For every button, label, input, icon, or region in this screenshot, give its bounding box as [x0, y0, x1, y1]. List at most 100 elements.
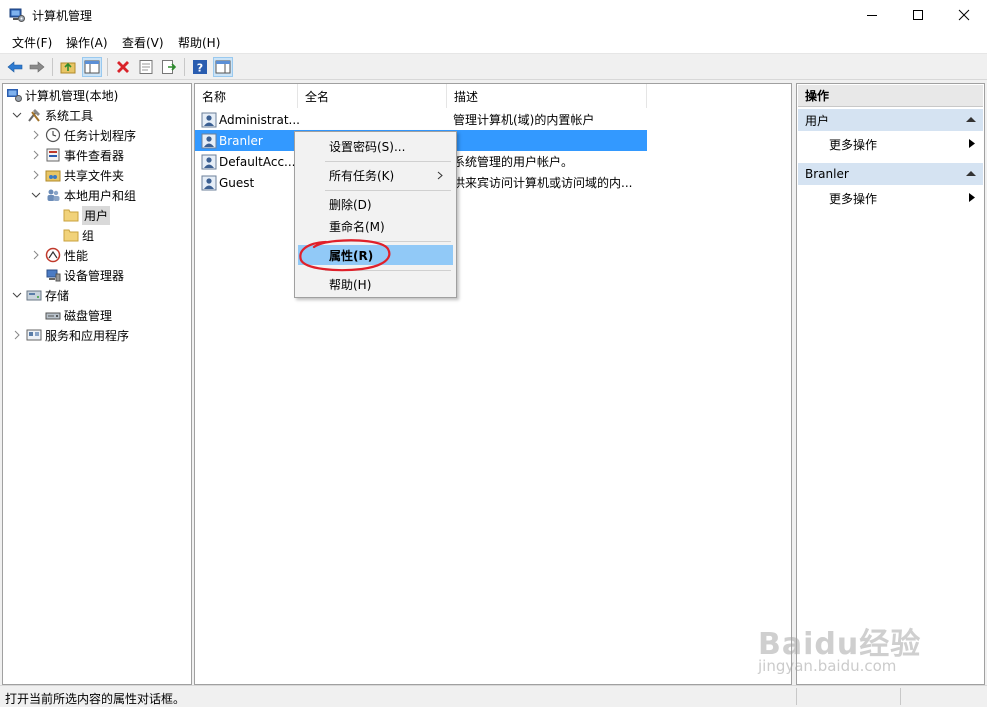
- chevron-down-icon: [31, 192, 41, 198]
- folder-icon: [63, 209, 79, 222]
- tree-item-groups[interactable]: 组: [63, 225, 94, 245]
- user-icon: [201, 133, 217, 148]
- minimize-button[interactable]: [849, 0, 895, 30]
- close-button[interactable]: [941, 0, 987, 30]
- user-name: Guest: [219, 175, 255, 190]
- minimize-icon: [867, 15, 877, 16]
- chevron-right-icon: [437, 171, 443, 179]
- tree-item-event-viewer[interactable]: 事件查看器: [30, 145, 124, 165]
- tree-label: 存储: [45, 288, 70, 303]
- ctx-all-tasks[interactable]: 所有任务(K): [298, 165, 453, 185]
- ctx-rename[interactable]: 重命名(M): [298, 216, 453, 236]
- device-manager-icon: [46, 269, 61, 282]
- event-viewer-icon: [46, 148, 60, 162]
- user-icon: [201, 175, 217, 190]
- tree-label: 本地用户和组: [64, 188, 137, 203]
- users-group-icon: [47, 189, 60, 201]
- services-icon: [26, 329, 42, 341]
- computer-management-icon: [7, 89, 22, 102]
- up-folder-icon: [60, 62, 76, 74]
- user-icon: [201, 154, 217, 169]
- tree-item-performance[interactable]: 性能: [30, 245, 88, 265]
- chevron-right-icon: [33, 130, 39, 140]
- tree-label: 磁盘管理: [64, 308, 113, 323]
- section-title: 用户: [805, 113, 830, 128]
- menu-help[interactable]: 帮助(H): [178, 34, 220, 51]
- shared-folder-icon: [45, 170, 61, 182]
- window-title: 计算机管理: [32, 9, 93, 23]
- more-actions-label: 更多操作: [829, 138, 878, 152]
- maximize-button[interactable]: [895, 0, 941, 30]
- up-level-button[interactable]: [58, 57, 78, 77]
- tree-item-services-apps[interactable]: 服务和应用程序: [11, 325, 129, 345]
- tree-item-task-scheduler[interactable]: 任务计划程序: [30, 125, 136, 145]
- tree-item-storage[interactable]: 存储: [11, 285, 69, 305]
- tree-item-disk-management[interactable]: 磁盘管理: [45, 305, 112, 325]
- help-icon: ?: [193, 60, 207, 75]
- tree-item-root[interactable]: 计算机管理(本地): [6, 85, 118, 105]
- show-hide-action-pane-button[interactable]: [213, 57, 233, 77]
- close-icon: [958, 9, 970, 21]
- section-title: Branler: [805, 167, 849, 181]
- export-list-icon: [162, 60, 177, 74]
- tree-item-shared-folders[interactable]: 共享文件夹: [30, 165, 124, 185]
- chevron-right-icon: [33, 170, 39, 180]
- user-description: 管理计算机(域)的内置帐户: [453, 113, 595, 127]
- tree-item-local-users-groups[interactable]: 本地用户和组: [30, 185, 136, 205]
- ctx-help[interactable]: 帮助(H): [298, 274, 453, 294]
- more-actions-branler[interactable]: 更多操作: [797, 187, 984, 207]
- tools-icon: [28, 109, 40, 122]
- actions-pane: 操作 用户 更多操作 Branler 更多操作: [796, 83, 985, 685]
- tree-item-system-tools[interactable]: 系统工具: [11, 105, 93, 125]
- user-description: 系统管理的用户帐户。: [453, 155, 574, 169]
- context-menu: 设置密码(S)... 所有任务(K) 删除(D) 重命名(M) 属性(R) 帮助…: [294, 131, 457, 298]
- actions-section-branler[interactable]: Branler: [798, 163, 983, 185]
- help-button[interactable]: ?: [190, 57, 210, 77]
- workspace: 计算机管理(本地) 系统工具 任务计划程序 事件查看器 共享文件夹 本地用户和组: [0, 80, 987, 685]
- show-hide-action-pane-icon: [215, 60, 231, 74]
- chevron-right-icon: [33, 250, 39, 260]
- menu-bar: 文件(F) 操作(A) 查看(V) 帮助(H): [0, 31, 987, 53]
- tree-item-device-manager[interactable]: 设备管理器: [45, 265, 124, 285]
- column-header-name[interactable]: 名称: [195, 84, 298, 108]
- user-name: Branler: [219, 133, 263, 148]
- tree-label: 用户: [82, 205, 111, 225]
- clock-icon: [45, 127, 61, 143]
- delete-icon: [117, 61, 129, 73]
- ctx-set-password[interactable]: 设置密码(S)...: [298, 136, 453, 156]
- disk-management-icon: [45, 312, 61, 320]
- list-row-administrator[interactable]: Administrat... 管理计算机(域)的内置帐户: [195, 109, 647, 130]
- tree-item-users[interactable]: 用户: [63, 205, 111, 225]
- forward-arrow-icon: [29, 61, 45, 73]
- column-header-fullname[interactable]: 全名: [298, 84, 447, 108]
- menu-view[interactable]: 查看(V): [122, 34, 164, 51]
- column-header-description[interactable]: 描述: [447, 84, 647, 108]
- status-bar: 打开当前所选内容的属性对话框。: [0, 685, 987, 707]
- tree-label: 设备管理器: [64, 268, 125, 283]
- tree-label: 事件查看器: [64, 148, 125, 163]
- tree-label: 任务计划程序: [64, 128, 137, 143]
- back-button[interactable]: [5, 57, 25, 77]
- chevron-down-icon: [12, 292, 22, 298]
- ctx-properties[interactable]: 属性(R): [298, 245, 453, 265]
- export-list-button[interactable]: [159, 57, 179, 77]
- folder-icon: [63, 229, 79, 242]
- tree-label: 性能: [64, 248, 89, 263]
- more-actions-label: 更多操作: [829, 192, 878, 206]
- performance-icon: [45, 247, 61, 263]
- properties-button[interactable]: [136, 57, 156, 77]
- forward-button[interactable]: [27, 57, 47, 77]
- user-icon: [201, 112, 217, 127]
- submenu-arrow-icon: [969, 193, 975, 202]
- actions-section-users[interactable]: 用户: [798, 109, 983, 131]
- ctx-delete[interactable]: 删除(D): [298, 194, 453, 214]
- show-hide-console-tree-button[interactable]: [82, 57, 102, 77]
- menu-action[interactable]: 操作(A): [66, 34, 108, 51]
- chevron-right-icon: [14, 330, 20, 340]
- menu-file[interactable]: 文件(F): [12, 34, 52, 51]
- computer-management-icon: [9, 8, 25, 22]
- toolbar: ?: [0, 53, 987, 80]
- more-actions-users[interactable]: 更多操作: [797, 133, 984, 153]
- delete-button[interactable]: [113, 57, 133, 77]
- tree-label: 系统工具: [45, 108, 94, 123]
